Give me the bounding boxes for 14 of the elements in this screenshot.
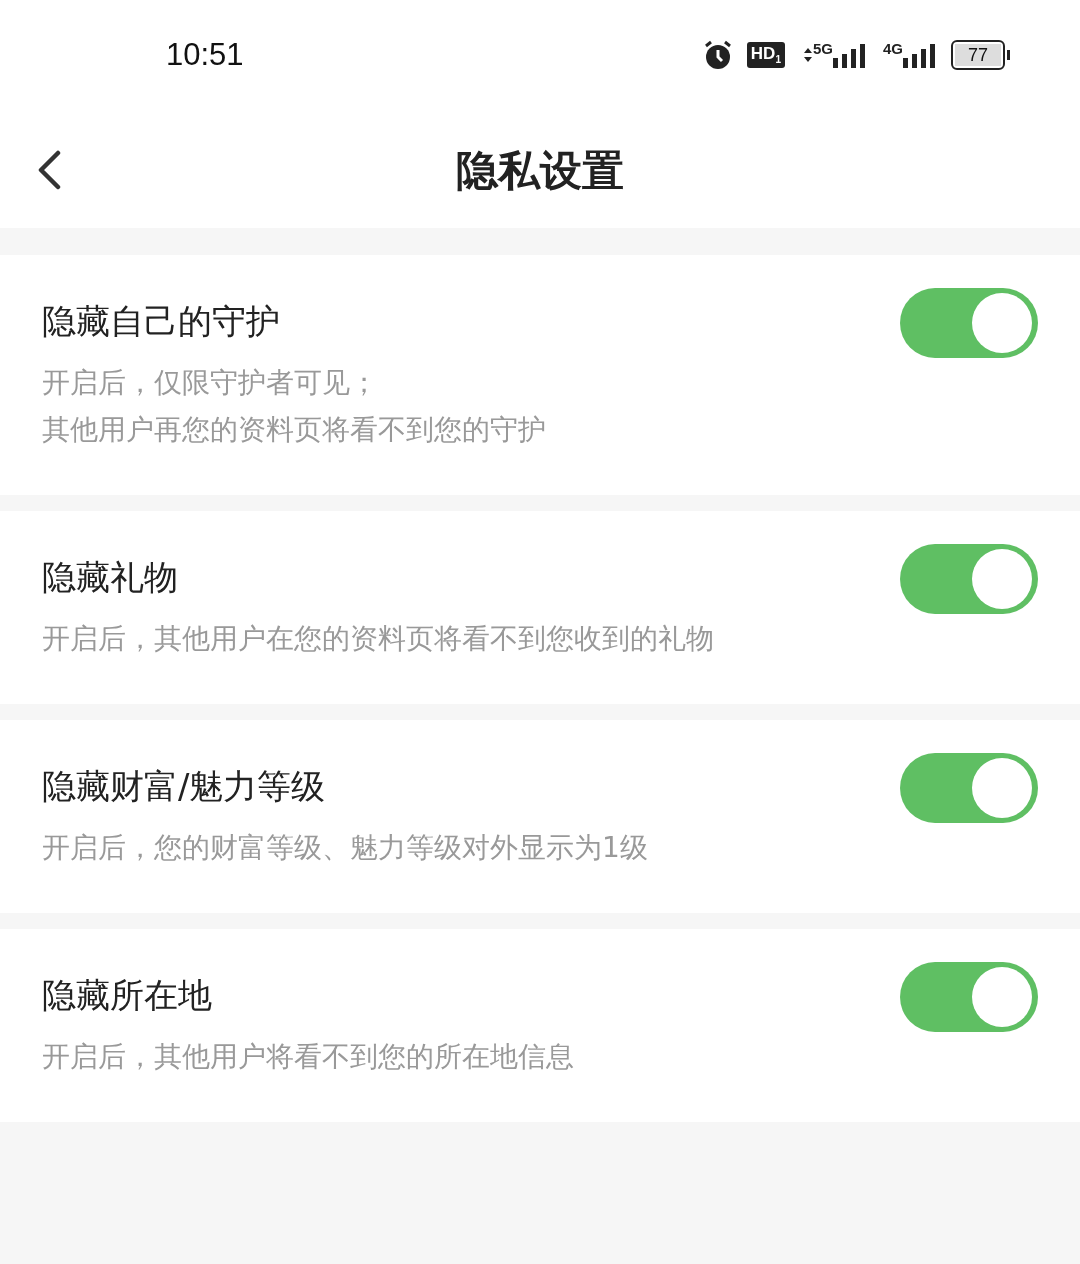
setting-title: 隐藏礼物 bbox=[42, 556, 179, 599]
setting-description: 开启后，仅限守护者可见； bbox=[42, 365, 379, 401]
alarm-clock-icon bbox=[702, 40, 733, 70]
status-time: 10:51 bbox=[166, 37, 245, 73]
setting-title: 隐藏所在地 bbox=[42, 974, 213, 1017]
page-title: 隐私设置 bbox=[456, 145, 624, 197]
setting-title: 隐藏财富/魅力等级 bbox=[42, 765, 327, 808]
setting-description: 开启后，其他用户将看不到您的所在地信息 bbox=[42, 1039, 575, 1075]
setting-title: 隐藏自己的守护 bbox=[42, 300, 281, 343]
back-chevron-icon bbox=[36, 150, 62, 190]
setting-description: 开启后，您的财富等级、魅力等级对外显示为1级 bbox=[42, 830, 649, 866]
setting-description: 开启后，其他用户在您的资料页将看不到您收到的礼物 bbox=[42, 621, 715, 657]
setting-description: 其他用户再您的资料页将看不到您的守护 bbox=[42, 412, 547, 448]
hd-badge: HD$_{1}$ bbox=[746, 42, 785, 68]
